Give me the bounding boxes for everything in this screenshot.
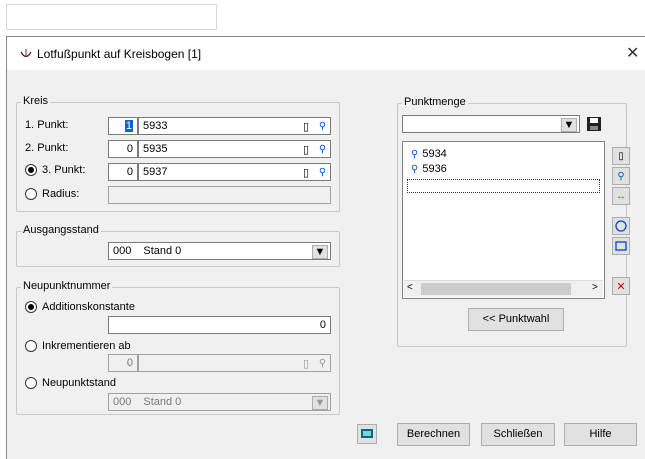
point-pick-icon[interactable]: ⚲ [315,141,330,157]
berechnen-button[interactable]: Berechnen [397,423,470,446]
radio-additionskonstante[interactable] [25,301,37,313]
radio-radius[interactable] [25,188,37,200]
list-item-focus[interactable] [407,179,600,193]
delete-icon[interactable]: ✕ [612,277,630,295]
dialog-window: Lotfußpunkt auf Kreisbogen [1] ✕ Kreis 1… [6,36,645,459]
punkt2-num-field[interactable]: 0 [108,140,138,158]
punkt3-num-field[interactable]: 0 [108,163,138,181]
distance-arrow-icon[interactable]: ↔ [612,187,630,205]
additionskonstante-field[interactable]: 0 [108,316,331,334]
chevron-down-icon: ▼ [312,396,328,410]
point-pick-icon[interactable]: ⚲ [315,118,330,134]
punkt1-label: 1. Punkt: [25,119,69,131]
scroll-left-icon[interactable]: < [407,282,413,293]
display-icon[interactable] [357,424,377,444]
punktmenge-select[interactable]: ▼ [402,115,580,133]
radius-label: Radius: [42,188,80,200]
additionskonstante-label: Additionskonstante [42,301,135,313]
scroll-right-icon[interactable]: > [592,282,598,293]
ausgangsstand-legend: Ausgangsstand [21,224,101,236]
phone-icon: ▯ [302,357,310,370]
point-pick-icon[interactable]: ⚲ [315,164,330,180]
arc-app-icon [20,49,32,58]
phone-icon[interactable]: ▯ [612,147,630,165]
punktmenge-legend: Punktmenge [402,96,468,108]
chevron-down-icon[interactable]: ▼ [312,245,328,259]
dialog-title: Lotfußpunkt auf Kreisbogen [1] [37,47,202,61]
phone-icon[interactable]: ▯ [298,164,314,180]
chevron-down-icon[interactable]: ▼ [561,118,577,132]
ausgangsstand-select[interactable]: 000 Stand 0 ▼ [108,242,331,260]
schliessen-button[interactable]: Schließen [481,423,555,446]
hilfe-button[interactable]: Hilfe [564,423,637,446]
neupunkt-legend: Neupunktnummer [21,280,113,292]
save-icon[interactable] [585,115,603,133]
rectangle-icon[interactable] [612,237,630,255]
point-pick-icon: ⚲ [318,357,327,369]
phone-icon[interactable]: ▯ [298,141,314,157]
radio-inkrementieren[interactable] [25,340,37,352]
punkt1-num-field[interactable]: 1 [108,117,138,135]
punkt2-label: 2. Punkt: [25,142,69,154]
list-item[interactable]: ⚲ 5934 [411,148,447,160]
list-item[interactable]: ⚲ 5936 [411,163,447,175]
radio-3-punkt[interactable] [25,164,37,176]
close-icon[interactable]: ✕ [626,43,639,63]
punktwahl-button[interactable]: << Punktwahl [468,308,564,331]
point-pick-icon[interactable]: ⚲ [612,167,630,185]
radius-field [108,186,331,204]
radio-neupunktstand[interactable] [25,377,37,389]
inkrementieren-label: Inkrementieren ab [42,340,131,352]
punktmenge-list[interactable]: ⚲ 5934 ⚲ 5936 < > [402,141,605,299]
point-pick-icon: ⚲ [411,163,419,175]
phone-icon[interactable]: ▯ [298,118,314,134]
punkt3-label: 3. Punkt: [42,164,86,176]
point-pick-icon: ⚲ [411,148,419,160]
neupunktstand-select: 000 Stand 0 ▼ [108,393,331,411]
title-bar: Lotfußpunkt auf Kreisbogen [1] ✕ [7,37,645,70]
inkrementieren-num-field: 0 [108,354,138,372]
circle-icon[interactable] [612,217,630,235]
background-input[interactable] [6,4,217,30]
kreis-legend: Kreis [21,95,51,107]
horizontal-scrollbar[interactable]: < > [404,280,603,297]
neupunktstand-label: Neupunktstand [42,377,116,389]
scrollbar-thumb[interactable] [421,283,571,295]
